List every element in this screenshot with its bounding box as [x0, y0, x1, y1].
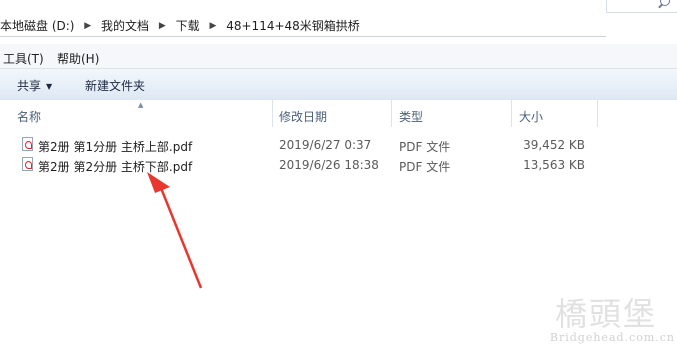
- watermark-logo: 橋頭堡 Bridgehead.com.cn: [535, 289, 675, 347]
- watermark-chinese: 橋頭堡: [555, 295, 658, 333]
- watermark-url: Bridgehead.com.cn: [549, 331, 675, 344]
